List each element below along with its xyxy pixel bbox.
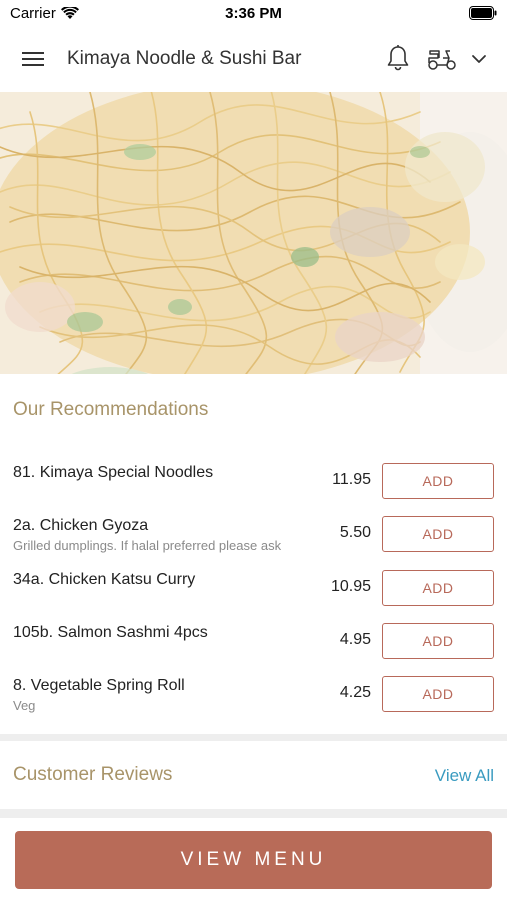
- status-time: 3:36 PM: [225, 5, 282, 22]
- item-price: 10.95: [330, 578, 371, 595]
- restaurant-title: Kimaya Noodle & Sushi Bar: [67, 48, 302, 69]
- hero-image: [0, 92, 507, 374]
- view-all-link[interactable]: View All: [435, 766, 494, 786]
- item-description: Veg: [13, 698, 36, 713]
- item-description: Grilled dumplings. If halal preferred pl…: [13, 538, 282, 553]
- item-name: 105b. Salmon Sashmi 4pcs: [13, 624, 208, 641]
- section-divider: [0, 734, 507, 741]
- hamburger-menu-icon[interactable]: [20, 48, 46, 70]
- item-price: 4.25: [339, 684, 371, 701]
- noodles-photo: [0, 92, 507, 374]
- delivery-scooter-icon[interactable]: [426, 46, 458, 72]
- item-name: 34a. Chicken Katsu Curry: [13, 571, 196, 588]
- menu-item: 34a. Chicken Katsu Curry 10.95 ADD: [0, 570, 507, 623]
- add-button[interactable]: ADD: [382, 516, 494, 552]
- view-menu-button[interactable]: VIEW MENU: [15, 831, 492, 889]
- item-price: 4.95: [339, 631, 371, 648]
- recommendations-heading: Our Recommendations: [13, 399, 209, 420]
- item-name: 8. Vegetable Spring Roll: [13, 677, 185, 694]
- add-button[interactable]: ADD: [382, 623, 494, 659]
- add-button[interactable]: ADD: [382, 570, 494, 606]
- item-name: 81. Kimaya Special Noodles: [13, 464, 214, 481]
- reviews-section: Customer Reviews View All: [0, 741, 507, 809]
- section-divider: [0, 809, 507, 818]
- reviews-heading: Customer Reviews: [13, 764, 173, 785]
- battery-icon: [469, 6, 497, 20]
- status-bar: Carrier 3:36 PM: [0, 0, 507, 26]
- bottom-bar: VIEW MENU: [0, 818, 507, 900]
- item-price: 11.95: [332, 471, 371, 488]
- chevron-down-icon[interactable]: [470, 50, 488, 68]
- item-name: 2a. Chicken Gyoza: [13, 517, 149, 534]
- add-button[interactable]: ADD: [382, 676, 494, 712]
- bell-icon[interactable]: [386, 44, 410, 72]
- recommendations-section: Our Recommendations 81. Kimaya Special N…: [0, 374, 507, 734]
- menu-item: 105b. Salmon Sashmi 4pcs 4.95 ADD: [0, 623, 507, 676]
- menu-item: 2a. Chicken Gyoza Grilled dumplings. If …: [0, 516, 507, 569]
- menu-item: 81. Kimaya Special Noodles 11.95 ADD: [0, 463, 507, 516]
- item-price: 5.50: [339, 524, 371, 541]
- add-button[interactable]: ADD: [382, 463, 494, 499]
- app-header: Kimaya Noodle & Sushi Bar: [0, 26, 507, 92]
- menu-item: 8. Vegetable Spring Roll Veg 4.25 ADD: [0, 676, 507, 729]
